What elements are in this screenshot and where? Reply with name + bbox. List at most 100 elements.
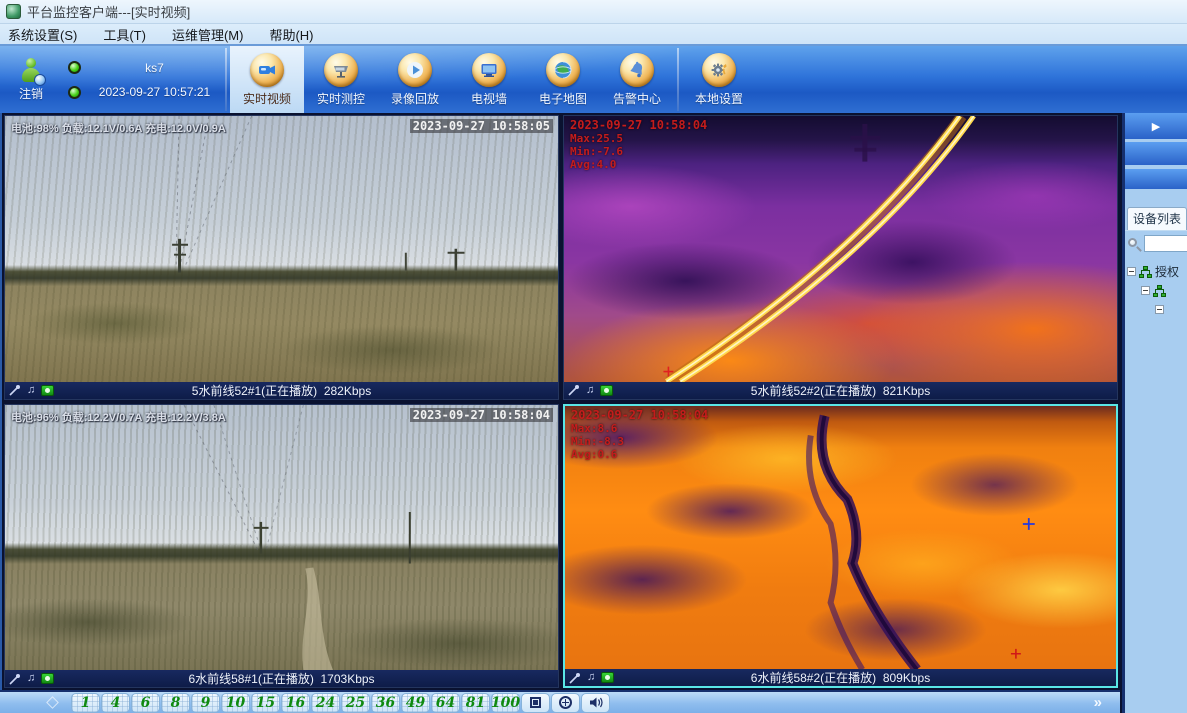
tab-label: 告警中心 [613,90,661,107]
osd-timestamp: 2023-09-27 10:58:04 [571,409,708,422]
app-window: 平台监控客户端---[实时视频] 系统设置(S) 工具(T) 运维管理(M) 帮… [0,0,1187,713]
status-dot-icon [68,61,81,74]
menu-tools[interactable]: 工具(T) [103,25,146,44]
device-search-input[interactable] [1144,235,1187,252]
user-info: ks7 2023-09-27 10:57:21 [87,46,222,113]
audio-toggle-button[interactable] [581,693,610,713]
tab-label: 本地设置 [695,90,743,107]
tab-label: 电视墙 [471,90,507,107]
tab-live-video[interactable]: 实时视频 [230,46,304,113]
alarm-bell-icon [620,53,654,87]
device-sidebar: ▶ 设备列表 授权 [1122,113,1187,713]
temp-max: Max:8.6 [571,422,708,435]
tab-live-control[interactable]: 实时测控 [304,46,378,113]
temp-max: Max:25.5 [570,132,707,145]
org-tree-icon [1153,285,1166,297]
user-person-icon [18,58,44,84]
video-canvas-thermal: 2023-09-27 10:58:04 Max:8.6 Min:-8.3 Avg… [565,406,1116,670]
tab-label: 实时测控 [317,90,365,107]
playback-icon [398,53,432,87]
sidebar-collapse-button[interactable]: ▶ [1125,113,1187,139]
video-footer: ♫ 5水前线52#1(正在播放) 282Kbps [5,382,558,399]
tab-alarm-center[interactable]: 告警中心 [600,46,674,113]
osd-timestamp: 2023-09-27 10:58:04 [570,119,707,132]
channel-label: 5水前线52#1(正在播放) 282Kbps [5,382,558,399]
layout-button-1[interactable]: 1 [71,693,100,713]
osd-timestamp: 2023-09-27 10:58:04 [410,408,553,422]
layout-button-6[interactable]: 6 [131,693,160,713]
plus-circle-icon [559,696,572,709]
video-canvas-visible: 电池:96% 负载:12.2V/0.7A 充电:12.2V/3.8A 2023-… [5,405,558,671]
username: ks7 [145,61,164,75]
tree-node[interactable] [1127,300,1187,319]
search-icon[interactable] [1127,237,1141,251]
sidebar-panel-strip[interactable] [1125,169,1187,189]
osd-thermal-readout: 2023-09-27 10:58:04 Max:8.6 Min:-8.3 Avg… [571,409,708,461]
layout-button-8[interactable]: 8 [161,693,190,713]
tab-playback[interactable]: 录像回放 [378,46,452,113]
osd-battery-status: 电池:98% 负载:12.1V/0.6A 充电:12.0V/0.9A [11,120,226,136]
more-layouts-button[interactable]: » [1094,694,1102,711]
bitrate: 1703Kbps [321,672,375,686]
osd-timestamp: 2023-09-27 10:58:05 [410,119,553,133]
collapse-minus-icon[interactable] [1127,267,1136,276]
sidebar-panel-strip[interactable] [1125,142,1187,165]
temp-min: Min:-7.6 [570,145,707,158]
fullscreen-icon [530,697,541,708]
layout-bar: 1 4 6 8 9 10 15 16 24 25 36 49 64 81 100… [0,690,1120,713]
tab-e-map[interactable]: 电子地图 [526,46,600,113]
tree-node-authorized[interactable]: 授权 [1127,262,1187,281]
video-footer: ♫ 5水前线52#2(正在播放) 821Kbps [564,382,1117,399]
video-cell-2[interactable]: 2023-09-27 10:58:04 Max:25.5 Min:-7.6 Av… [563,115,1118,400]
video-canvas-visible: 电池:98% 负载:12.1V/0.6A 充电:12.0V/0.9A 2023-… [5,116,558,382]
menu-operations[interactable]: 运维管理(M) [172,25,244,44]
device-tree: 授权 [1125,256,1187,319]
layout-button-16[interactable]: 16 [281,693,310,713]
tab-local-settings[interactable]: 本地设置 [682,46,756,113]
layout-button-24[interactable]: 24 [311,693,340,713]
layout-button-9[interactable]: 9 [191,693,220,713]
layout-button-15[interactable]: 15 [251,693,280,713]
toolbar: 注销 ks7 2023-09-27 10:57:21 实时视频 实时测控 [0,46,1187,113]
osd-thermal-readout: 2023-09-27 10:58:04 Max:25.5 Min:-7.6 Av… [570,119,707,171]
menu-help[interactable]: 帮助(H) [269,25,313,44]
layout-button-81[interactable]: 81 [461,693,490,713]
layout-button-10[interactable]: 10 [221,693,250,713]
status-dot-icon [68,86,81,99]
org-tree-icon [1139,266,1152,278]
tab-device-list[interactable]: 设备列表 [1127,207,1187,230]
diamond-deco-icon [46,696,59,709]
menu-bar: 系统设置(S) 工具(T) 运维管理(M) 帮助(H) [0,24,1187,46]
bitrate: 809Kbps [883,671,930,685]
toolbar-separator [677,48,679,111]
layout-button-4[interactable]: 4 [101,693,130,713]
menu-system-settings[interactable]: 系统设置(S) [8,25,77,44]
temp-avg: Avg:0.6 [571,448,708,461]
video-cell-4[interactable]: 2023-09-27 10:58:04 Max:8.6 Min:-8.3 Avg… [563,404,1118,689]
video-cell-3[interactable]: 电池:96% 负载:12.2V/0.7A 充电:12.2V/3.8A 2023-… [4,404,559,689]
tv-wall-icon [472,53,506,87]
video-footer: ♫ 6水前线58#2(正在播放) 809Kbps [565,669,1116,686]
channel-label: 6水前线58#2(正在播放) 809Kbps [565,669,1116,686]
fullscreen-button[interactable] [521,693,550,713]
logout-label: 注销 [19,85,43,102]
measure-control-icon [324,53,358,87]
video-cell-1[interactable]: 电池:98% 负载:12.1V/0.6A 充电:12.0V/0.9A 2023-… [4,115,559,400]
channel-label: 5水前线52#2(正在播放) 821Kbps [564,382,1117,399]
layout-button-25[interactable]: 25 [341,693,370,713]
layout-button-36[interactable]: 36 [371,693,400,713]
layout-button-64[interactable]: 64 [431,693,460,713]
layout-button-100[interactable]: 100 [491,693,520,713]
map-globe-icon [546,53,580,87]
tree-node[interactable] [1127,281,1187,300]
tab-label: 录像回放 [391,90,439,107]
collapse-minus-icon[interactable] [1155,305,1164,314]
logout-button[interactable]: 注销 [0,46,62,113]
osd-battery-status: 电池:96% 负载:12.2V/0.7A 充电:12.2V/3.8A [11,409,226,425]
collapse-minus-icon[interactable] [1141,286,1150,295]
video-canvas-thermal: 2023-09-27 10:58:04 Max:25.5 Min:-7.6 Av… [564,116,1117,382]
layout-button-49[interactable]: 49 [401,693,430,713]
add-view-button[interactable] [551,693,580,713]
tab-tv-wall[interactable]: 电视墙 [452,46,526,113]
status-indicators [62,46,87,113]
